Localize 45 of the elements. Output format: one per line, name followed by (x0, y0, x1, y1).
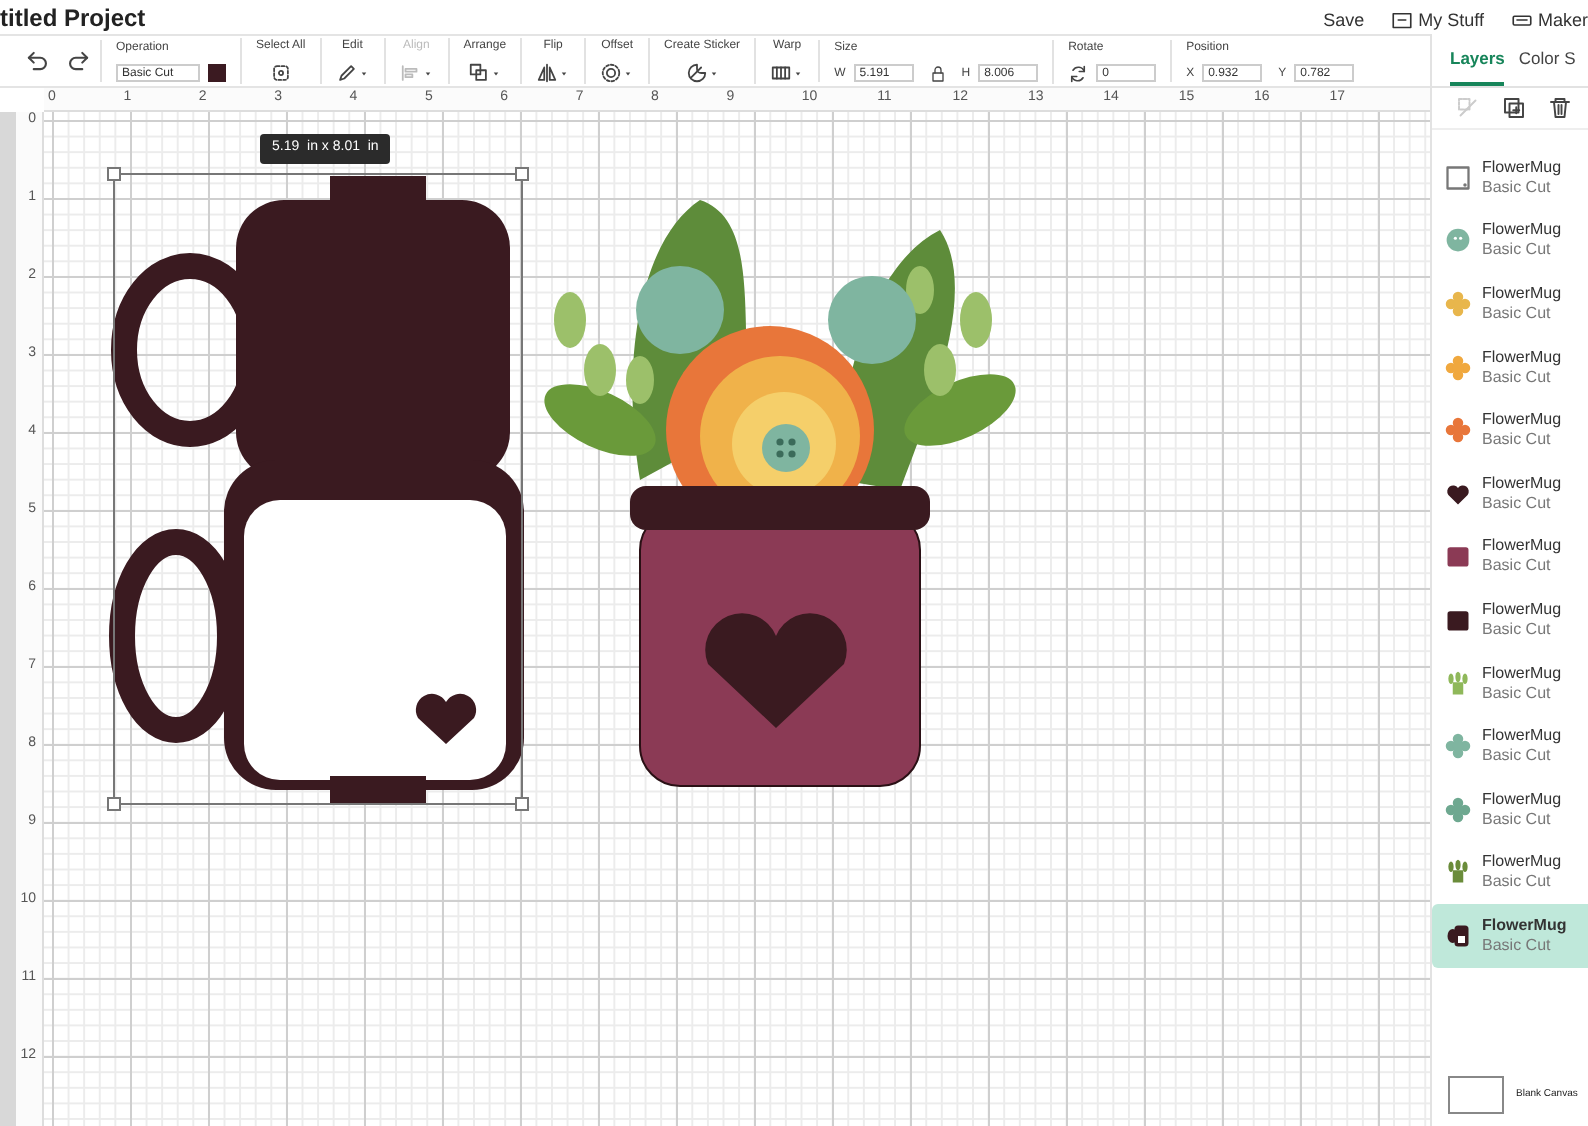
layer-item[interactable]: FlowerMug Basic Cut (1432, 335, 1588, 399)
header-link[interactable]: Save (1323, 7, 1365, 34)
pencil-icon[interactable] (335, 62, 358, 84)
layer-item[interactable]: FlowerMug Basic Cut (1432, 904, 1588, 968)
layer-item[interactable]: FlowerMug Basic Cut (1432, 651, 1588, 715)
layer-item[interactable]: FlowerMug Basic Cut (1432, 588, 1588, 652)
redo-icon[interactable] (66, 48, 92, 74)
layer-item[interactable]: FlowerMug Basic Cut (1432, 146, 1588, 210)
caret-icon (707, 67, 720, 79)
undo-icon[interactable] (24, 48, 50, 74)
layer-item[interactable]: FlowerMug Basic Cut (1432, 461, 1588, 526)
arrange-icon[interactable] (467, 62, 490, 84)
layer-item[interactable]: FlowerMug Basic Cut (1432, 272, 1588, 336)
project-title: titled Project (0, 4, 146, 34)
layer-item[interactable]: FlowerMug Basic Cut (1432, 398, 1588, 462)
caret-icon (489, 67, 502, 79)
machine-icon (1511, 10, 1532, 31)
select-all-icon[interactable] (269, 62, 292, 84)
panel-tab[interactable]: Layers (1450, 34, 1505, 86)
lock-icon[interactable] (929, 65, 946, 81)
caret-icon (421, 67, 434, 79)
flower-mug-drawing[interactable] (544, 200, 1016, 787)
sticker-icon[interactable] (685, 62, 708, 84)
layer-item[interactable]: FlowerMug Basic Cut (1432, 525, 1588, 589)
rotate-icon[interactable] (1068, 63, 1089, 83)
layer-item[interactable]: FlowerMug Basic Cut (1432, 777, 1588, 842)
layer-item[interactable]: FlowerMug Basic Cut (1432, 714, 1588, 778)
duplicate-icon[interactable] (1502, 96, 1526, 120)
layer-item[interactable]: FlowerMug Basic Cut (1432, 209, 1588, 273)
flip-icon[interactable] (536, 62, 559, 84)
header-link[interactable]: My Stuff (1392, 7, 1484, 34)
offset-icon[interactable] (600, 62, 623, 84)
folder-icon (1392, 10, 1413, 31)
caret-icon (622, 67, 635, 79)
layer-item[interactable]: FlowerMug Basic Cut (1432, 841, 1588, 905)
blank-canvas-thumbnail[interactable] (1448, 1076, 1504, 1114)
warp-icon[interactable] (770, 62, 793, 84)
header-link[interactable]: Maker (1511, 7, 1588, 34)
layer-thumbnail (1444, 163, 1472, 192)
color-swatch[interactable] (208, 64, 226, 82)
caret-icon (558, 67, 571, 79)
caret-icon (357, 67, 370, 79)
panel-tab[interactable]: Color S (1518, 34, 1576, 86)
caret-icon (792, 67, 805, 79)
trash-icon[interactable] (1548, 96, 1572, 120)
